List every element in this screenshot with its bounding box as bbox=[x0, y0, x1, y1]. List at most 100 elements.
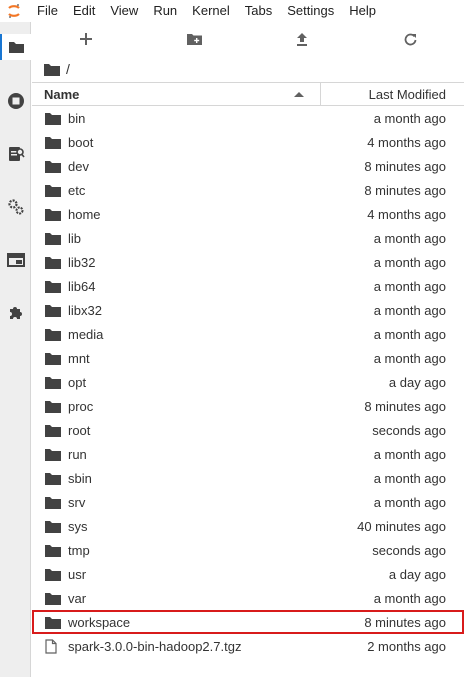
menu-file[interactable]: File bbox=[28, 0, 65, 22]
item-modified: a month ago bbox=[373, 494, 446, 510]
new-launcher-button[interactable] bbox=[32, 22, 140, 56]
folder-icon bbox=[32, 568, 68, 581]
list-item[interactable]: home 4 months ago bbox=[32, 202, 464, 226]
item-modified: a month ago bbox=[373, 302, 446, 318]
list-item[interactable]: run a month ago bbox=[32, 442, 464, 466]
name-column-label: Name bbox=[44, 86, 80, 102]
list-item[interactable]: bin a month ago bbox=[32, 106, 464, 130]
upload-icon bbox=[297, 32, 307, 46]
folder-icon bbox=[32, 376, 68, 389]
list-item[interactable]: libx32 a month ago bbox=[32, 298, 464, 322]
list-item[interactable]: mnt a month ago bbox=[32, 346, 464, 370]
item-modified: 2 months ago bbox=[367, 638, 446, 654]
modified-column-header[interactable]: Last Modified bbox=[321, 83, 464, 105]
item-name: usr bbox=[68, 566, 87, 582]
item-name: opt bbox=[68, 374, 87, 390]
folder-icon bbox=[32, 544, 68, 557]
commands-tab[interactable] bbox=[0, 141, 31, 167]
item-name: spark-3.0.0-bin-hadoop2.7.tgz bbox=[68, 638, 242, 654]
list-item[interactable]: var a month ago bbox=[32, 586, 464, 610]
menu-tabs[interactable]: Tabs bbox=[237, 0, 279, 22]
menu-run[interactable]: Run bbox=[146, 0, 185, 22]
item-name: libx32 bbox=[68, 302, 102, 318]
item-name: run bbox=[68, 446, 87, 462]
list-item[interactable]: tmp seconds ago bbox=[32, 538, 464, 562]
left-sidebar bbox=[0, 22, 31, 677]
folder-icon bbox=[32, 448, 68, 461]
list-item[interactable]: srv a month ago bbox=[32, 490, 464, 514]
list-item[interactable]: workspace 8 minutes ago bbox=[32, 610, 464, 634]
list-item[interactable]: root seconds ago bbox=[32, 418, 464, 442]
list-item[interactable]: boot 4 months ago bbox=[32, 130, 464, 154]
folder-icon bbox=[32, 592, 68, 605]
item-name: workspace bbox=[68, 614, 131, 630]
item-name: dev bbox=[68, 158, 89, 174]
modified-column-label: Last Modified bbox=[368, 86, 446, 102]
list-item[interactable]: opt a day ago bbox=[32, 370, 464, 394]
listing-rows: bin a month ago boot 4 months ago dev 8 minut… bbox=[32, 106, 464, 658]
list-item[interactable]: lib a month ago bbox=[32, 226, 464, 250]
item-name: bin bbox=[68, 110, 86, 126]
item-name: boot bbox=[68, 134, 94, 150]
item-name: srv bbox=[68, 494, 86, 510]
new-folder-button[interactable] bbox=[140, 22, 248, 56]
list-item[interactable]: sbin a month ago bbox=[32, 466, 464, 490]
item-modified: a day ago bbox=[388, 566, 446, 582]
running-tab[interactable] bbox=[0, 88, 31, 114]
new-folder-icon bbox=[186, 34, 202, 45]
menu-kernel[interactable]: Kernel bbox=[185, 0, 238, 22]
extension-manager-tab[interactable] bbox=[0, 300, 31, 326]
menu-edit[interactable]: Edit bbox=[65, 0, 102, 22]
breadcrumb-path[interactable]: / bbox=[66, 61, 70, 77]
menu-help[interactable]: Help bbox=[342, 0, 384, 22]
sort-ascending-icon bbox=[294, 92, 304, 97]
item-modified: seconds ago bbox=[372, 422, 446, 438]
upload-button[interactable] bbox=[248, 22, 356, 56]
running-icon bbox=[7, 93, 24, 109]
item-modified: 8 minutes ago bbox=[364, 614, 446, 630]
list-item[interactable]: lib64 a month ago bbox=[32, 274, 464, 298]
list-item[interactable]: lib32 a month ago bbox=[32, 250, 464, 274]
name-column-header[interactable]: Name bbox=[32, 83, 321, 105]
item-name: lib64 bbox=[68, 278, 96, 294]
item-name: proc bbox=[68, 398, 94, 414]
list-item[interactable]: media a month ago bbox=[32, 322, 464, 346]
menu-view[interactable]: View bbox=[103, 0, 146, 22]
list-item[interactable]: sys 40 minutes ago bbox=[32, 514, 464, 538]
file-browser-tab[interactable] bbox=[0, 34, 31, 60]
breadcrumb: / bbox=[44, 60, 70, 78]
tabs-icon bbox=[6, 253, 25, 267]
item-name: mnt bbox=[68, 350, 90, 366]
list-item[interactable]: dev 8 minutes ago bbox=[32, 154, 464, 178]
folder-icon bbox=[32, 304, 68, 317]
open-tabs-tab[interactable] bbox=[0, 247, 31, 273]
item-modified: 8 minutes ago bbox=[364, 398, 446, 414]
folder-icon bbox=[32, 208, 68, 221]
item-name: home bbox=[68, 206, 101, 222]
file-listing: Name Last Modified bin a month ago boot 4 m… bbox=[32, 82, 464, 658]
item-modified: a month ago bbox=[373, 590, 446, 606]
list-item[interactable]: etc 8 minutes ago bbox=[32, 178, 464, 202]
item-modified: a day ago bbox=[388, 374, 446, 390]
item-name: tmp bbox=[68, 542, 90, 558]
jupyter-logo-icon bbox=[0, 0, 28, 22]
folder-icon bbox=[32, 496, 68, 509]
property-inspector-tab[interactable] bbox=[0, 194, 31, 220]
menu-bar: File Edit View Run Kernel Tabs Settings … bbox=[0, 0, 464, 22]
item-modified: a month ago bbox=[373, 230, 446, 246]
folder-icon bbox=[32, 136, 68, 149]
item-name: etc bbox=[68, 182, 86, 198]
item-name: root bbox=[68, 422, 91, 438]
file-browser-toolbar bbox=[32, 22, 464, 56]
folder-icon[interactable] bbox=[44, 63, 60, 76]
refresh-button[interactable] bbox=[356, 22, 464, 56]
list-item[interactable]: usr a day ago bbox=[32, 562, 464, 586]
extension-icon bbox=[9, 307, 22, 319]
list-item[interactable]: spark-3.0.0-bin-hadoop2.7.tgz 2 months ag… bbox=[32, 634, 464, 658]
folder-icon bbox=[32, 280, 68, 293]
list-item[interactable]: proc 8 minutes ago bbox=[32, 394, 464, 418]
menu-settings[interactable]: Settings bbox=[280, 0, 342, 22]
commands-icon bbox=[8, 147, 25, 161]
item-modified: a month ago bbox=[373, 326, 446, 342]
item-modified: 40 minutes ago bbox=[357, 518, 446, 534]
